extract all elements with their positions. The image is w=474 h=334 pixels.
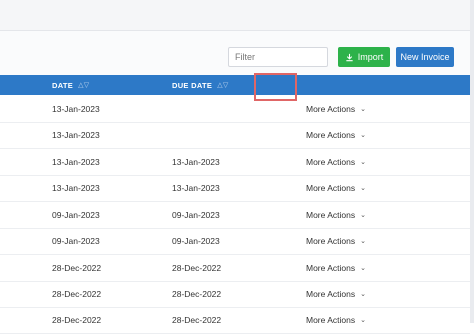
- chevron-down-icon: ⌄: [360, 291, 367, 298]
- table-header: DATE △▽ DUE DATE △▽: [0, 75, 470, 95]
- table-row[interactable]: 09-Jan-2023 09-Jan-2023 More Actions ⌄: [0, 202, 470, 229]
- more-actions-dropdown[interactable]: More Actions ⌄: [306, 307, 366, 333]
- date-cell: 13-Jan-2023: [52, 157, 100, 167]
- column-header-due-date[interactable]: DUE DATE △▽: [172, 75, 229, 95]
- new-invoice-label: New Invoice: [400, 52, 450, 62]
- chevron-down-icon: ⌄: [360, 159, 367, 166]
- more-actions-label: More Actions: [306, 263, 356, 273]
- more-actions-dropdown[interactable]: More Actions ⌄: [306, 281, 366, 307]
- more-actions-dropdown[interactable]: More Actions ⌄: [306, 149, 366, 175]
- more-actions-dropdown[interactable]: More Actions ⌄: [306, 122, 366, 148]
- due-date-cell: 13-Jan-2023: [172, 157, 220, 167]
- vertical-scrollbar[interactable]: [470, 0, 474, 323]
- more-actions-dropdown[interactable]: More Actions ⌄: [306, 255, 366, 281]
- download-icon: [346, 53, 353, 61]
- more-actions-dropdown[interactable]: More Actions ⌄: [306, 175, 366, 201]
- column-header-label: DUE DATE: [172, 80, 213, 90]
- table-row[interactable]: 13-Jan-2023 More Actions ⌄: [0, 96, 470, 123]
- date-cell: 13-Jan-2023: [52, 104, 100, 114]
- column-header-label: DATE: [52, 80, 74, 90]
- more-actions-label: More Actions: [306, 236, 356, 246]
- due-date-cell: 09-Jan-2023: [172, 236, 220, 246]
- chevron-down-icon: ⌄: [360, 212, 367, 219]
- date-cell: 13-Jan-2023: [52, 183, 100, 193]
- more-actions-label: More Actions: [306, 289, 356, 299]
- date-cell: 13-Jan-2023: [52, 130, 100, 140]
- filter-input[interactable]: [228, 47, 328, 67]
- chevron-down-icon: ⌄: [360, 238, 367, 245]
- import-button[interactable]: Import: [338, 47, 390, 67]
- table-row[interactable]: 09-Jan-2023 09-Jan-2023 More Actions ⌄: [0, 228, 470, 255]
- table-row[interactable]: 13-Jan-2023 More Actions ⌄: [0, 122, 470, 149]
- due-date-cell: 09-Jan-2023: [172, 210, 220, 220]
- chevron-down-icon: ⌄: [360, 106, 367, 113]
- more-actions-label: More Actions: [306, 104, 356, 114]
- more-actions-label: More Actions: [306, 130, 356, 140]
- due-date-cell: 28-Dec-2022: [172, 289, 222, 299]
- date-cell: 28-Dec-2022: [52, 289, 102, 299]
- date-cell: 28-Dec-2022: [52, 263, 102, 273]
- table-row[interactable]: 28-Dec-2022 28-Dec-2022 More Actions ⌄: [0, 255, 470, 282]
- new-invoice-button[interactable]: New Invoice: [396, 47, 454, 67]
- chevron-down-icon: ⌄: [360, 132, 367, 139]
- table-row[interactable]: 13-Jan-2023 13-Jan-2023 More Actions ⌄: [0, 149, 470, 176]
- more-actions-dropdown[interactable]: More Actions ⌄: [306, 202, 366, 228]
- due-date-cell: 28-Dec-2022: [172, 315, 222, 325]
- import-label: Import: [357, 52, 384, 62]
- chevron-down-icon: ⌄: [360, 265, 367, 272]
- more-actions-dropdown[interactable]: More Actions ⌄: [306, 96, 366, 122]
- more-actions-label: More Actions: [306, 183, 356, 193]
- chevron-down-icon: ⌄: [360, 185, 367, 192]
- date-cell: 28-Dec-2022: [52, 315, 102, 325]
- table-row[interactable]: 13-Jan-2023 13-Jan-2023 More Actions ⌄: [0, 175, 470, 202]
- top-bar: [0, 0, 470, 31]
- column-header-date[interactable]: DATE △▽: [52, 75, 89, 95]
- table-row[interactable]: 28-Dec-2022 28-Dec-2022 More Actions ⌄: [0, 307, 470, 334]
- sort-arrows-icon[interactable]: △▽: [78, 81, 89, 89]
- more-actions-dropdown[interactable]: More Actions ⌄: [306, 228, 366, 254]
- sort-arrows-icon[interactable]: △▽: [217, 81, 228, 89]
- due-date-cell: 13-Jan-2023: [172, 183, 220, 193]
- date-cell: 09-Jan-2023: [52, 210, 100, 220]
- date-cell: 09-Jan-2023: [52, 236, 100, 246]
- more-actions-label: More Actions: [306, 210, 356, 220]
- due-date-cell: 28-Dec-2022: [172, 263, 222, 273]
- more-actions-label: More Actions: [306, 157, 356, 167]
- more-actions-label: More Actions: [306, 315, 356, 325]
- table-row[interactable]: 28-Dec-2022 28-Dec-2022 More Actions ⌄: [0, 281, 470, 308]
